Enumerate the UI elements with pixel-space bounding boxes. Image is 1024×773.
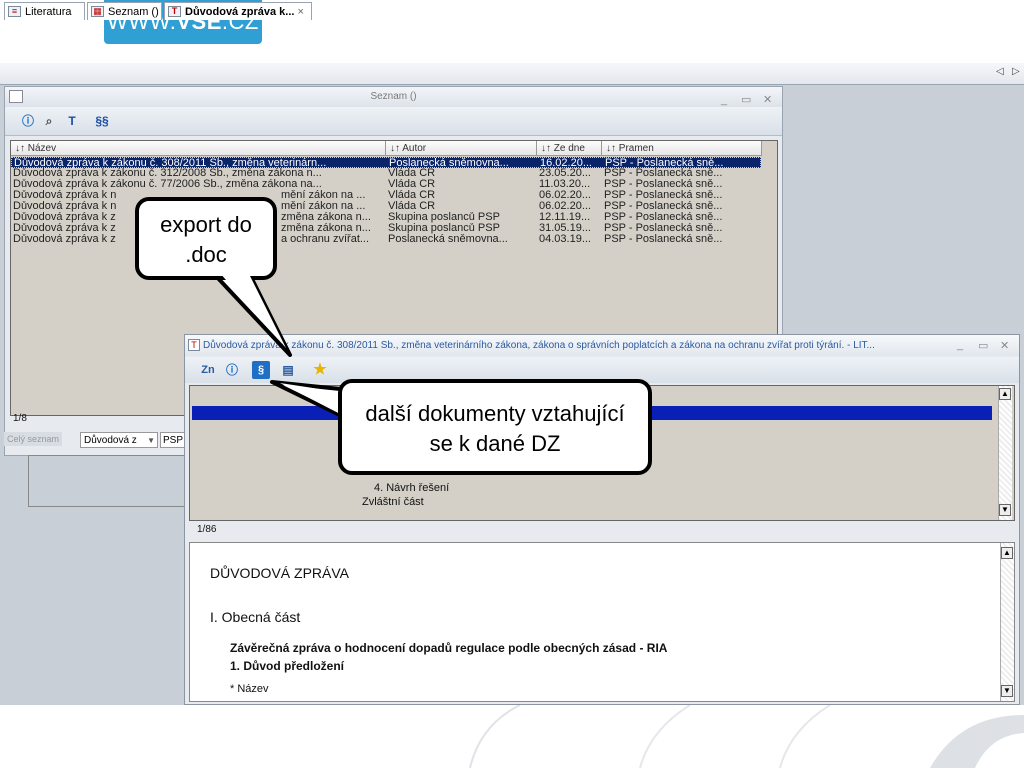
decorative-arcs — [469, 704, 1024, 769]
callout-related-docs: další dokumenty vztahující se k dané DZ — [338, 379, 652, 475]
footer — [0, 704, 1024, 769]
callout-related-text: další dokumenty vztahující se k dané DZ — [365, 401, 625, 456]
